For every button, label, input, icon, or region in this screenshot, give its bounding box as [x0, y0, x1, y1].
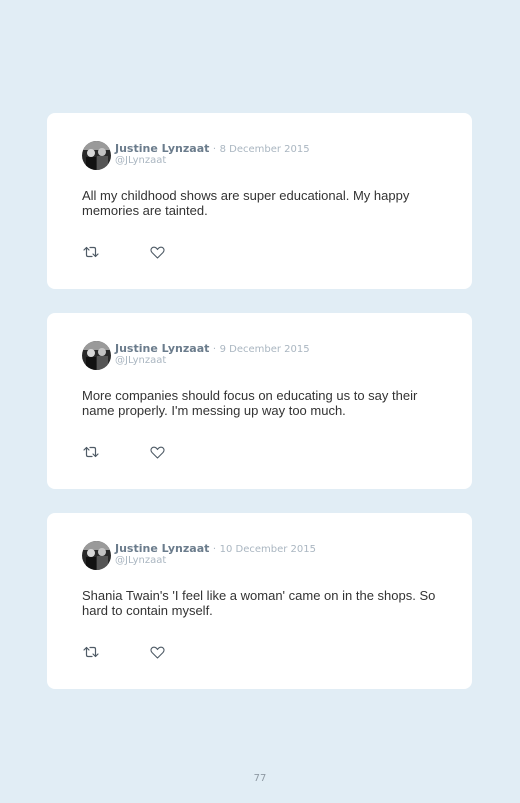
tweet-text: More companies should focus on educating…: [82, 388, 418, 418]
author-handle[interactable]: @JLynzaat: [115, 355, 166, 367]
author-name[interactable]: Justine Lynzaat: [115, 142, 209, 155]
tweet-text: Shania Twain's 'I feel like a woman' cam…: [82, 588, 436, 618]
avatar[interactable]: [82, 341, 111, 370]
retweet-icon[interactable]: [82, 445, 100, 459]
separator: ·: [212, 344, 217, 355]
author-handle[interactable]: @JLynzaat: [115, 155, 166, 167]
tweet-header: Justine Lynzaat · 9 December 2015: [115, 342, 310, 356]
tweet-text: All my childhood shows are super educati…: [82, 188, 410, 218]
heart-icon[interactable]: [150, 646, 165, 659]
tweet-card: Justine Lynzaat · 9 December 2015 @JLynz…: [47, 313, 472, 489]
avatar[interactable]: [82, 141, 111, 170]
separator: ·: [212, 544, 217, 555]
heart-icon[interactable]: [150, 246, 165, 259]
tweet-header: Justine Lynzaat · 8 December 2015: [115, 142, 310, 156]
page-number: 77: [253, 773, 267, 784]
author-handle[interactable]: @JLynzaat: [115, 555, 166, 567]
tweet-card: Justine Lynzaat · 10 December 2015 @JLyn…: [47, 513, 472, 689]
tweet-date[interactable]: 10 December 2015: [220, 544, 316, 555]
tweet-date[interactable]: 8 December 2015: [220, 144, 310, 155]
retweet-icon[interactable]: [82, 645, 100, 659]
separator: ·: [212, 144, 217, 155]
tweet-card: Justine Lynzaat · 8 December 2015 @JLynz…: [47, 113, 472, 289]
heart-icon[interactable]: [150, 446, 165, 459]
avatar[interactable]: [82, 541, 111, 570]
author-name[interactable]: Justine Lynzaat: [115, 342, 209, 355]
retweet-icon[interactable]: [82, 245, 100, 259]
author-name[interactable]: Justine Lynzaat: [115, 542, 209, 555]
tweet-date[interactable]: 9 December 2015: [220, 344, 310, 355]
tweet-header: Justine Lynzaat · 10 December 2015: [115, 542, 316, 556]
